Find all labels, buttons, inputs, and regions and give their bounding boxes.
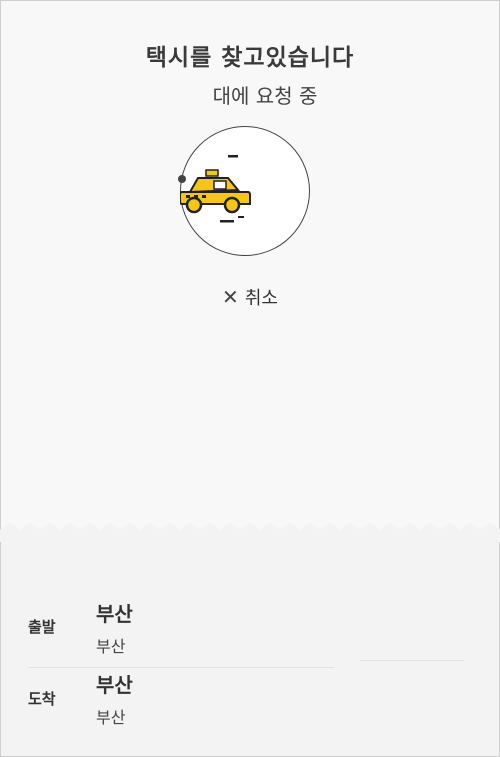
arrival-name[interactable]: 부산 [96, 669, 133, 698]
request-status: 대에 요청 중 [212, 84, 318, 108]
departure-detail: 부산 [96, 637, 126, 656]
close-icon: ✕ [222, 285, 239, 309]
cancel-label: 취소 [244, 288, 278, 309]
page-title: 택시를 찾고있습니다 [145, 45, 355, 71]
taxi-icon [180, 155, 251, 223]
row-divider [28, 667, 334, 668]
row-divider-right [360, 660, 464, 661]
departure-label: 출발 [28, 618, 56, 636]
arrival-label: 도착 [28, 690, 56, 708]
arrival-detail: 부산 [96, 708, 126, 727]
route-panel [1, 538, 499, 756]
departure-name[interactable]: 부산 [96, 598, 133, 627]
cancel-button[interactable]: ✕ 취소 [0, 284, 500, 310]
